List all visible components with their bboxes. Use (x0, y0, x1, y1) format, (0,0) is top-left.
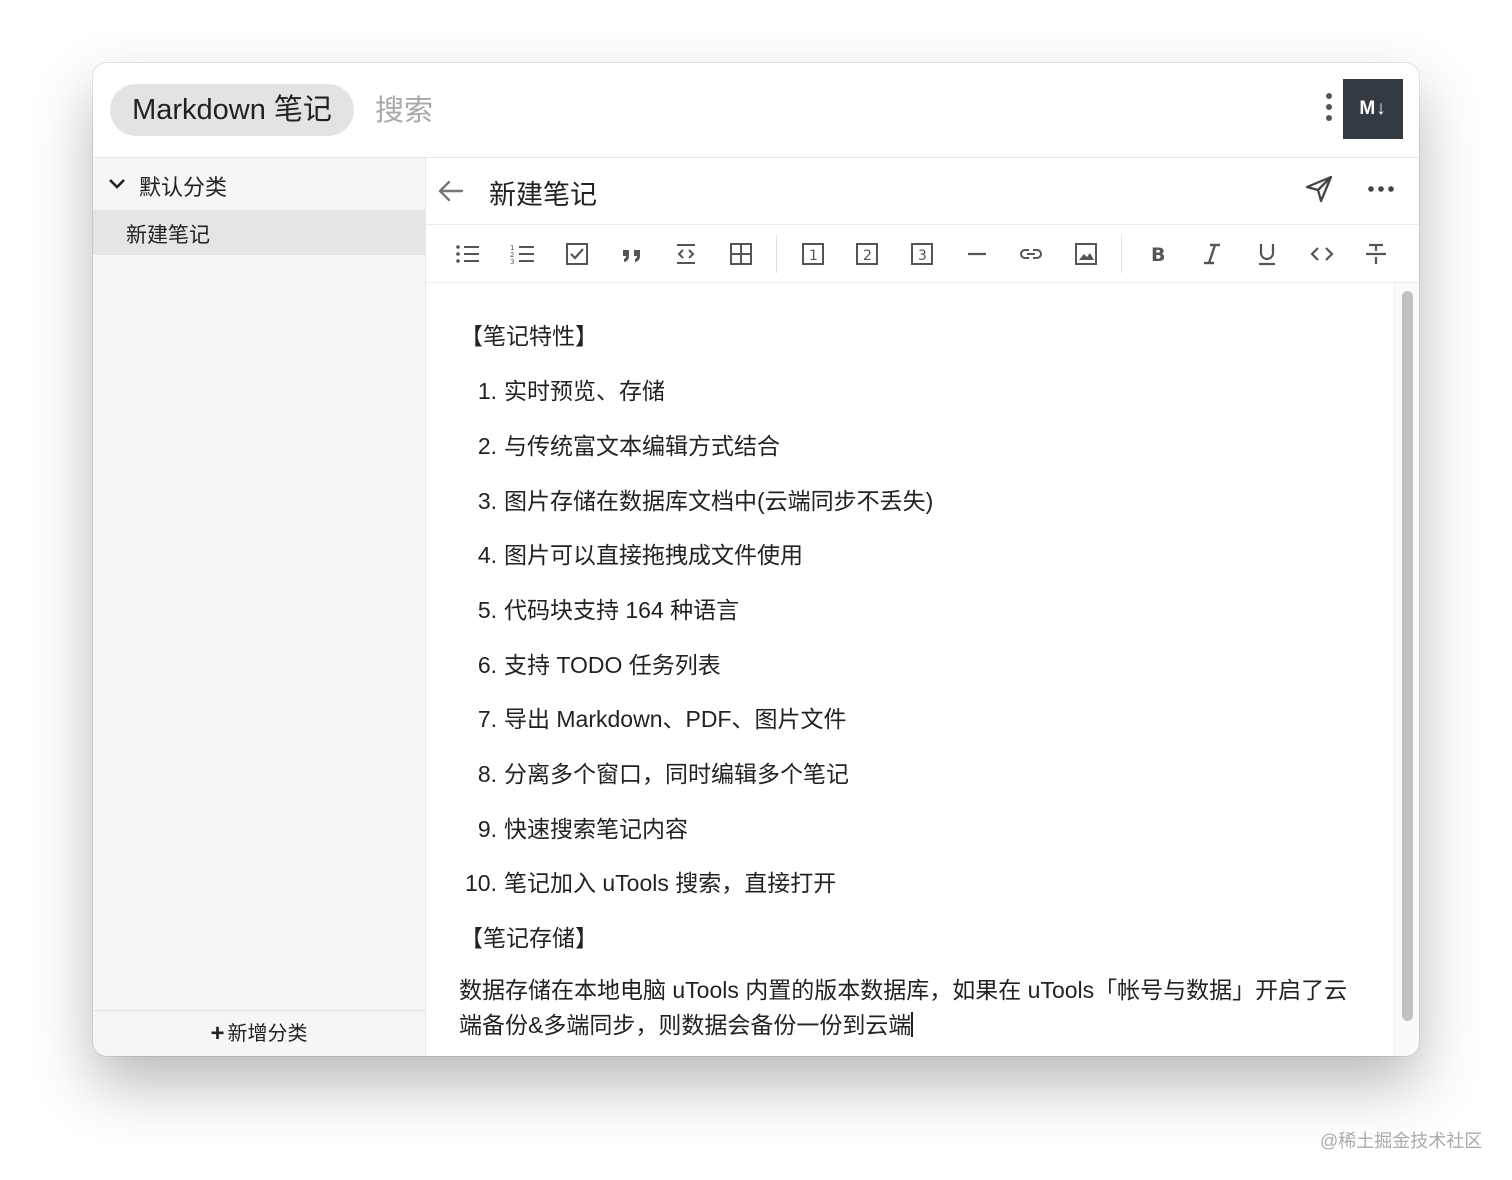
format-toolbar: 123 1 2 3 B (426, 225, 1419, 283)
storage-paragraph: 数据存储在本地电脑 uTools 内置的版本数据库，如果在 uTools「帐号与… (459, 977, 1348, 1038)
editor-content[interactable]: 【笔记特性】 1. 实时预览、存储 2. 与传统富文本编辑方式结合 3. 图片存储在数… (426, 283, 1394, 1056)
underline-icon[interactable] (1252, 239, 1282, 269)
add-category-label: 新增分类 (227, 1023, 308, 1045)
app-window: Markdown 笔记 M↓ 默认分类 新建笔记 +新增分类 新建笔记 123 (93, 63, 1419, 1056)
search-input[interactable] (373, 87, 1257, 135)
quote-icon[interactable] (617, 239, 647, 269)
chevron-down-icon (109, 179, 125, 189)
markdown-logo: M↓ (1343, 79, 1403, 139)
back-arrow-icon[interactable] (436, 176, 466, 206)
app-title-pill[interactable]: Markdown 笔记 (110, 84, 354, 136)
category-default[interactable]: 默认分类 (93, 158, 425, 210)
scrollbar-track[interactable] (1394, 283, 1419, 1056)
list-item: 1. 实时预览、存储 (477, 378, 665, 404)
heading-1-icon[interactable]: 1 (798, 239, 828, 269)
watermark: @稀土掘金技术社区 (1320, 1131, 1483, 1151)
more-horizontal-icon[interactable] (1366, 174, 1396, 204)
svg-text:3: 3 (918, 248, 927, 264)
text-caret (911, 1012, 913, 1037)
list-item: 4. 图片可以直接拖拽成文件使用 (477, 542, 803, 568)
toolbar-separator (776, 235, 777, 273)
code-block-icon[interactable] (671, 239, 701, 269)
heading-2-icon[interactable]: 2 (852, 239, 882, 269)
heading-3-icon[interactable]: 3 (907, 239, 937, 269)
list-item: 3. 图片存储在数据库文档中(云端同步不丢失) (477, 488, 934, 514)
list-item: 5. 代码块支持 164 种语言 (477, 597, 740, 623)
note-title[interactable]: 新建笔记 (489, 173, 597, 212)
list-item: 6. 支持 TODO 任务列表 (477, 652, 721, 678)
inline-code-icon[interactable] (1307, 239, 1337, 269)
italic-icon[interactable] (1197, 239, 1227, 269)
horizontal-rule-icon[interactable] (962, 239, 992, 269)
plus-icon: + (210, 1020, 225, 1047)
svg-text:3: 3 (510, 258, 514, 266)
image-icon[interactable] (1071, 239, 1101, 269)
svg-text:1: 1 (809, 248, 818, 264)
table-icon[interactable] (726, 239, 756, 269)
ordered-list-icon[interactable]: 123 (507, 239, 537, 269)
top-bar: Markdown 笔记 M↓ (93, 63, 1419, 158)
list-item: 9. 快速搜索笔记内容 (477, 816, 688, 842)
bold-icon[interactable]: B (1143, 239, 1173, 269)
category-label: 默认分类 (139, 175, 228, 200)
section-heading: 【笔记存储】 (460, 925, 598, 951)
list-item: 2. 与传统富文本编辑方式结合 (477, 433, 780, 459)
editor-panel: 新建笔记 123 1 2 3 B 【笔记特性】 1. 实时预览、存储 2. 与传… (426, 158, 1419, 1056)
strikethrough-icon[interactable] (1361, 239, 1391, 269)
list-item: 8. 分离多个窗口，同时编辑多个笔记 (477, 761, 849, 787)
add-category-button[interactable]: + 新增分类 (93, 1010, 425, 1056)
link-icon[interactable] (1016, 239, 1046, 269)
note-item-label: 新建笔记 (126, 224, 210, 247)
svg-text:B: B (1151, 244, 1165, 266)
svg-text:2: 2 (863, 248, 872, 264)
sidebar-note-item[interactable]: 新建笔记 (93, 210, 425, 255)
sidebar: 默认分类 新建笔记 + 新增分类 (93, 158, 426, 1056)
vertical-more-icon[interactable] (1321, 93, 1337, 129)
send-icon[interactable] (1304, 174, 1334, 204)
scrollbar-thumb[interactable] (1402, 291, 1413, 1021)
toolbar-separator (1121, 235, 1122, 273)
list-item: 10. 笔记加入 uTools 搜索，直接打开 (465, 870, 837, 896)
note-header: 新建笔记 (426, 158, 1419, 225)
section-heading: 【笔记特性】 (460, 323, 598, 349)
task-list-icon[interactable] (562, 239, 592, 269)
bullet-list-icon[interactable] (453, 239, 483, 269)
list-item: 7. 导出 Markdown、PDF、图片文件 (477, 706, 847, 732)
